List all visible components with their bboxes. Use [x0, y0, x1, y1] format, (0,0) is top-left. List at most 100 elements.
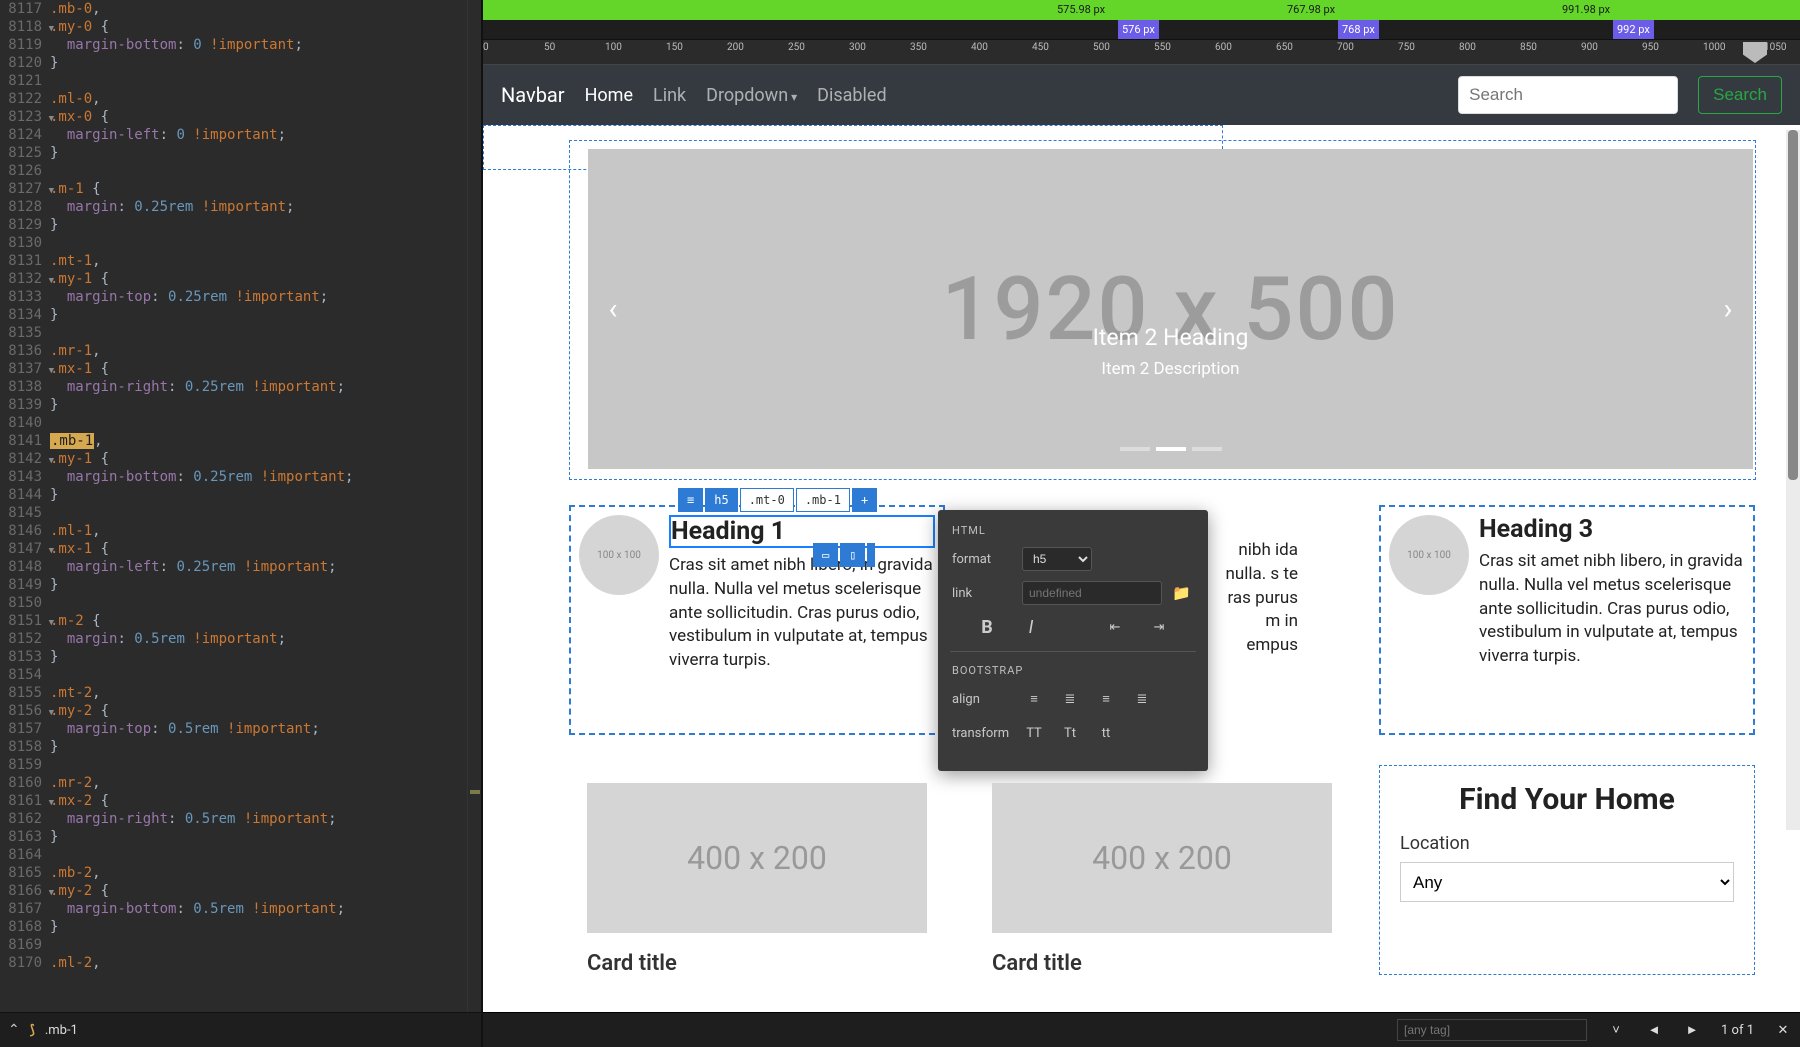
next-icon[interactable]: ►	[1683, 1022, 1701, 1038]
navlink-home[interactable]: Home	[585, 85, 633, 106]
close-icon[interactable]: ✕	[1774, 1023, 1792, 1038]
breakpoint-purple-3[interactable]: 992 px	[1613, 20, 1654, 40]
code-line[interactable]: 8123▼.mx-0 {	[0, 108, 481, 126]
heading-3[interactable]: Heading 3	[1479, 515, 1745, 544]
indent-icon[interactable]: ⇤	[1103, 615, 1127, 639]
breakpoint-green-3[interactable]: 991.98 px	[1558, 0, 1614, 20]
code-line[interactable]: 8128 margin: 0.25rem !important;	[0, 198, 481, 216]
navbar-brand[interactable]: Navbar	[501, 83, 565, 107]
canvas-scrollbar[interactable]	[1786, 130, 1800, 830]
element-inspector[interactable]: HTML format h5 link 📁 B I ⇤	[938, 510, 1208, 771]
code-line[interactable]: 8131.mt-1,	[0, 252, 481, 270]
code-line[interactable]: 8147▼.mx-1 {	[0, 540, 481, 558]
code-line[interactable]: 8120}	[0, 54, 481, 72]
code-line[interactable]: 8141.mb-1,	[0, 432, 481, 450]
code-line[interactable]: 8137▼.mx-1 {	[0, 360, 481, 378]
breakpoint-green-1[interactable]: 575.98 px	[1053, 0, 1109, 20]
code-line[interactable]: 8125}	[0, 144, 481, 162]
carousel-indicators[interactable]	[1120, 447, 1222, 451]
breakpoint-bar[interactable]: 575.98 px 767.98 px 991.98 px 576 px 768…	[483, 0, 1800, 40]
code-line[interactable]: 8122.ml-0,	[0, 90, 481, 108]
margin-control-icon[interactable]: ▭	[813, 543, 838, 567]
code-line[interactable]: 8165.mb-2,	[0, 864, 481, 882]
location-select[interactable]: Any	[1400, 862, 1734, 902]
code-line[interactable]: 8149}	[0, 576, 481, 594]
code-line[interactable]: 8127▼.m-1 {	[0, 180, 481, 198]
code-line[interactable]: 8160.mr-2,	[0, 774, 481, 792]
code-editor[interactable]: 8117.mb-0,8118▼.my-0 {8119 margin-bottom…	[0, 0, 481, 1012]
code-line[interactable]: 8153}	[0, 648, 481, 666]
media-card-1[interactable]: 100 x 100 Heading 1 Cras sit amet nibh l…	[569, 505, 945, 735]
code-line[interactable]: 8143 margin-bottom: 0.25rem !important;	[0, 468, 481, 486]
uppercase-icon[interactable]: TT	[1022, 721, 1046, 745]
code-line[interactable]: 8152 margin: 0.5rem !important;	[0, 630, 481, 648]
code-line[interactable]: 8144}	[0, 486, 481, 504]
code-line[interactable]: 8126	[0, 162, 481, 180]
code-line[interactable]: 8150	[0, 594, 481, 612]
code-line[interactable]: 8154	[0, 666, 481, 684]
navbar-search-button[interactable]: Search	[1698, 76, 1782, 114]
carousel-next-icon[interactable]: ›	[1703, 292, 1753, 327]
code-line[interactable]: 8145	[0, 504, 481, 522]
code-line[interactable]: 8161▼.mx-2 {	[0, 792, 481, 810]
align-left-icon[interactable]: ≡	[1022, 687, 1046, 711]
carousel[interactable]: 1920 x 500 Item 2 Heading Item 2 Descrip…	[588, 149, 1753, 469]
align-center-icon[interactable]: ≣	[1058, 687, 1082, 711]
code-line[interactable]: 8157 margin-top: 0.5rem !important;	[0, 720, 481, 738]
code-line[interactable]: 8119 margin-bottom: 0 !important;	[0, 36, 481, 54]
code-line[interactable]: 8140	[0, 414, 481, 432]
code-line[interactable]: 8136.mr-1,	[0, 342, 481, 360]
code-line[interactable]: 8151▼.m-2 {	[0, 612, 481, 630]
code-line[interactable]: 8170.ml-2,	[0, 954, 481, 972]
code-line[interactable]: 8169	[0, 936, 481, 954]
chevron-down-icon[interactable]: ˅	[1607, 1022, 1625, 1038]
code-line[interactable]: 8118▼.my-0 {	[0, 18, 481, 36]
image-card-1[interactable]: 400 x 200 Card title	[569, 765, 945, 976]
margin-handle-icon[interactable]	[867, 543, 875, 567]
selection-class-mt0[interactable]: .mt-0	[740, 488, 794, 512]
code-line[interactable]: 8134}	[0, 306, 481, 324]
margin-control-icon[interactable]: ▯	[840, 543, 865, 567]
bold-icon[interactable]: B	[975, 615, 999, 639]
code-line[interactable]: 8138 margin-right: 0.25rem !important;	[0, 378, 481, 396]
breakpoint-purple-2[interactable]: 768 px	[1338, 20, 1379, 40]
selection-add-class[interactable]: +	[852, 488, 877, 512]
image-card-2[interactable]: 400 x 200 Card title	[974, 765, 1350, 976]
media-card-3[interactable]: 100 x 100 Heading 3 Cras sit amet nibh l…	[1379, 505, 1755, 735]
code-line[interactable]: 8121	[0, 72, 481, 90]
italic-icon[interactable]: I	[1019, 615, 1043, 639]
code-line[interactable]: 8158}	[0, 738, 481, 756]
align-right-icon[interactable]: ≡	[1094, 687, 1118, 711]
tag-filter-input[interactable]	[1397, 1019, 1587, 1041]
code-line[interactable]: 8155.mt-2,	[0, 684, 481, 702]
code-line[interactable]: 8139}	[0, 396, 481, 414]
code-line[interactable]: 8129}	[0, 216, 481, 234]
filter-icon[interactable]: ⟆	[30, 1023, 35, 1038]
navlink-dropdown[interactable]: Dropdown	[706, 85, 797, 106]
selection-margin-controls[interactable]: ▭ ▯	[813, 543, 875, 567]
code-scrollbar[interactable]	[467, 0, 481, 1012]
code-line[interactable]: 8148 margin-left: 0.25rem !important;	[0, 558, 481, 576]
navbar-search-input[interactable]	[1458, 76, 1678, 114]
code-line[interactable]: 8168}	[0, 918, 481, 936]
code-line[interactable]: 8164	[0, 846, 481, 864]
code-line[interactable]: 8130	[0, 234, 481, 252]
folder-icon[interactable]: 📁	[1172, 584, 1191, 602]
chevron-up-icon[interactable]: ⌃	[8, 1022, 20, 1038]
navlink-link[interactable]: Link	[653, 85, 686, 106]
design-canvas[interactable]: Navbar Home Link Dropdown Disabled Searc…	[483, 65, 1800, 1012]
code-line[interactable]: 8132▼.my-1 {	[0, 270, 481, 288]
align-justify-icon[interactable]: ≣	[1130, 687, 1154, 711]
lowercase-icon[interactable]: tt	[1094, 721, 1118, 745]
ruler[interactable]: 0501001502002503003504004505005506006507…	[483, 40, 1800, 65]
heading-1[interactable]: Heading 1	[669, 515, 935, 548]
code-line[interactable]: 8163}	[0, 828, 481, 846]
selection-tag[interactable]: h5	[705, 488, 737, 512]
find-home-panel[interactable]: Find Your Home Location Any	[1379, 765, 1755, 975]
format-select[interactable]: h5	[1022, 547, 1092, 571]
selection-drag-icon[interactable]: ≡	[678, 488, 703, 512]
code-line[interactable]: 8159	[0, 756, 481, 774]
code-line[interactable]: 8166▼.my-2 {	[0, 882, 481, 900]
outdent-icon[interactable]: ⇥	[1147, 615, 1171, 639]
code-line[interactable]: 8162 margin-right: 0.5rem !important;	[0, 810, 481, 828]
